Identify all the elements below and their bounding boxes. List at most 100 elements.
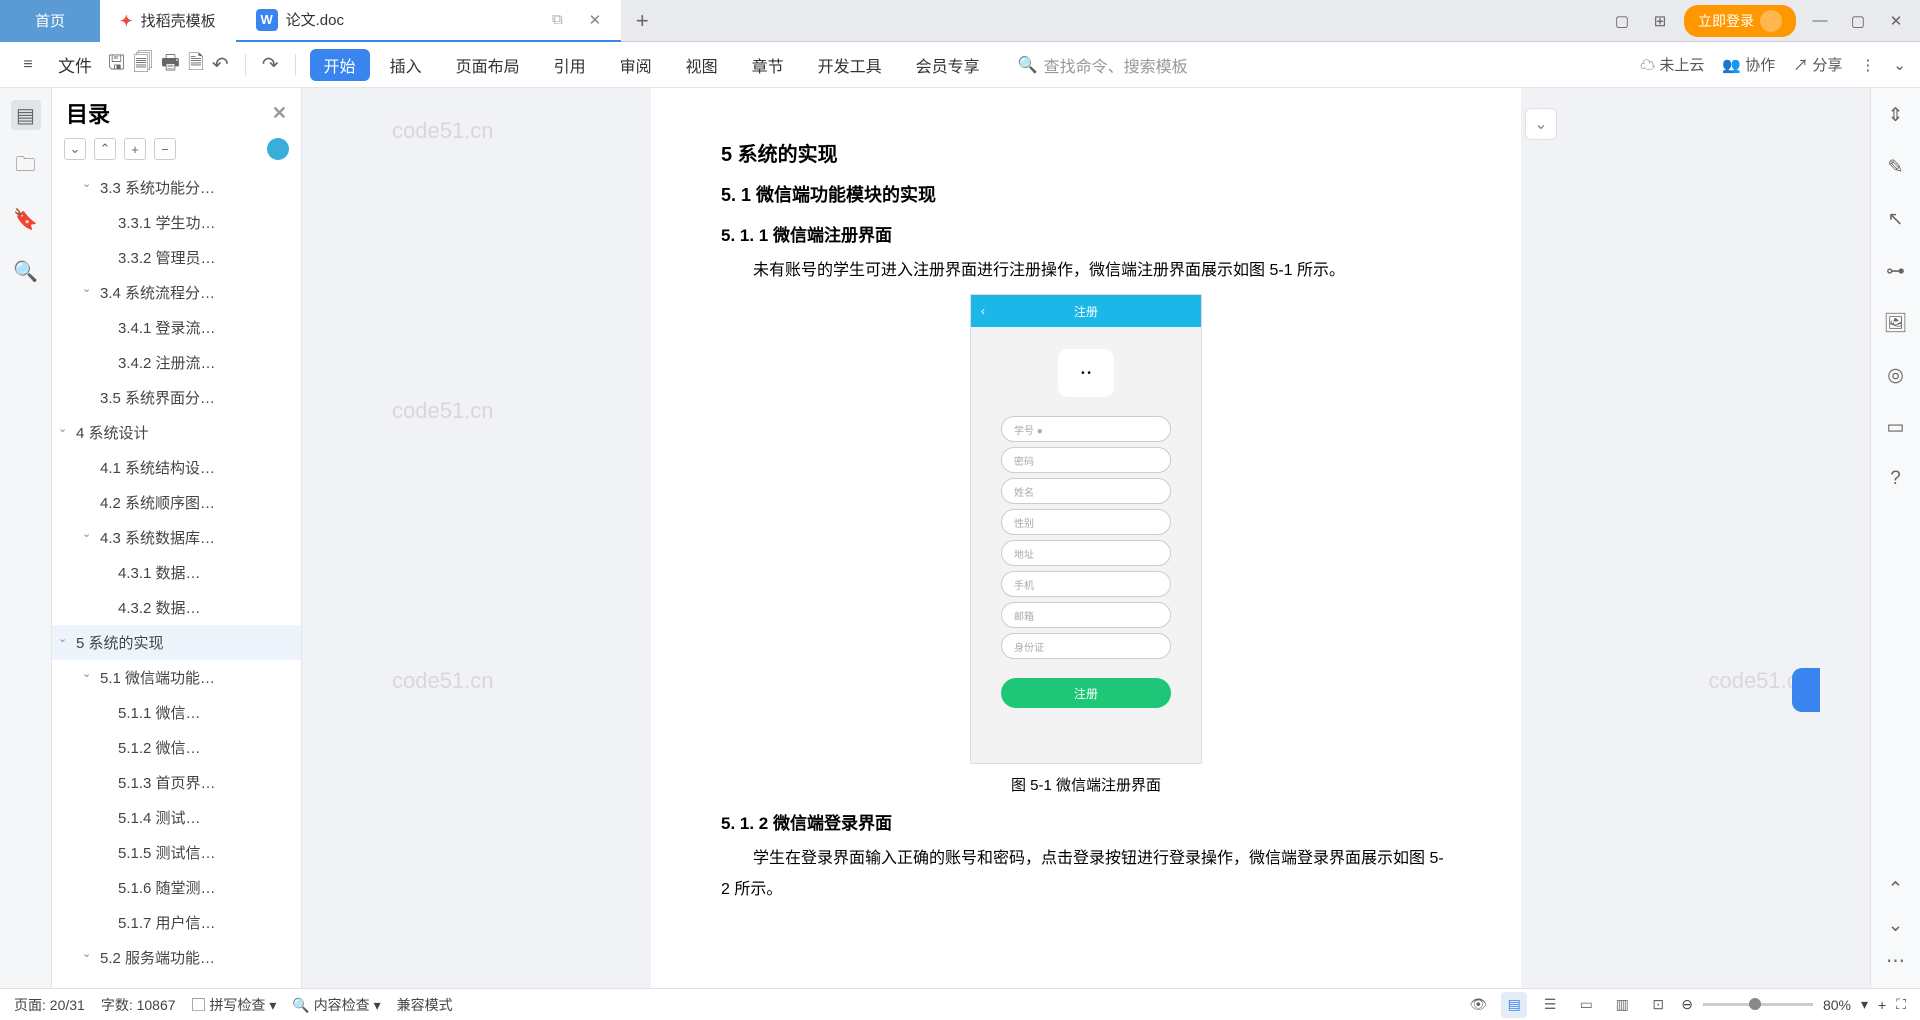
remove-icon[interactable]: − xyxy=(154,138,176,160)
apps-icon[interactable]: ⊞ xyxy=(1646,7,1674,35)
heading-2[interactable]: 5. 1 微信端功能模块的实现 xyxy=(721,181,1451,207)
word-count[interactable]: 字数: 10867 xyxy=(101,995,176,1015)
layout-icon[interactable]: ▢ xyxy=(1608,7,1636,35)
ribbon-chapter[interactable]: 章节 xyxy=(738,49,798,81)
save-as-icon[interactable]: 🗐 xyxy=(133,48,153,82)
print-icon[interactable]: 🖶 xyxy=(161,48,180,82)
updown-icon[interactable]: ⇕ xyxy=(1881,100,1911,130)
more-tools-icon[interactable]: ⋯ xyxy=(1881,946,1911,976)
toc-item[interactable]: 4.3.2 数据… xyxy=(52,590,301,625)
toc-item[interactable]: ⌄4.3 系统数据库… xyxy=(52,520,301,555)
web-view-icon[interactable]: ▭ xyxy=(1573,992,1599,1018)
collapse-ribbon-icon[interactable]: ⌄ xyxy=(1893,56,1906,74)
toc-item[interactable]: ⌄3.3 系统功能分… xyxy=(52,170,301,205)
eye-icon[interactable]: 👁 xyxy=(1465,992,1491,1018)
settings-icon[interactable]: ⊶ xyxy=(1881,256,1911,286)
toc-item[interactable]: 4.3.1 数据… xyxy=(52,555,301,590)
cloud-status[interactable]: ☁ 未上云 xyxy=(1640,54,1704,75)
toc-item[interactable]: 4.2 系统顺序图… xyxy=(52,485,301,520)
zoom-value[interactable]: 80% xyxy=(1823,997,1851,1013)
fullscreen-icon[interactable]: ⛶ xyxy=(1896,996,1906,1013)
new-tab-button[interactable]: + xyxy=(621,0,663,42)
more-icon[interactable]: ⋮ xyxy=(1860,56,1875,74)
help-icon[interactable]: ? xyxy=(1881,464,1911,494)
expand-all-icon[interactable]: ⌃ xyxy=(94,138,116,160)
close-window-icon[interactable]: ✕ xyxy=(1882,7,1910,35)
file-menu[interactable]: 文件 xyxy=(58,52,92,77)
book-icon[interactable]: ▭ xyxy=(1881,412,1911,442)
tab-home[interactable]: 首页 xyxy=(0,0,100,42)
heading-3[interactable]: 5. 1. 1 微信端注册界面 xyxy=(721,221,1451,246)
ribbon-view[interactable]: 视图 xyxy=(672,49,732,81)
spell-check[interactable]: ▢ 拼写检查 ▾ xyxy=(192,995,277,1015)
paragraph[interactable]: 未有账号的学生可进入注册界面进行注册操作，微信端注册界面展示如图 5-1 所示。 xyxy=(721,256,1451,286)
toc-item[interactable]: 5.1.2 微信… xyxy=(52,730,301,765)
toc-item[interactable]: 5.1.6 随堂测… xyxy=(52,870,301,905)
undo-icon[interactable]: ↶ xyxy=(212,52,229,77)
login-button[interactable]: 立即登录 xyxy=(1684,5,1796,37)
toc-item[interactable]: 4.1 系统结构设… xyxy=(52,450,301,485)
search-input[interactable]: 🔍查找命令、搜索模板 xyxy=(1018,53,1188,77)
heading-3[interactable]: 5. 1. 2 微信端登录界面 xyxy=(721,809,1451,834)
toc-item[interactable]: ⌄5 系统的实现 xyxy=(52,625,301,660)
minimize-icon[interactable]: — xyxy=(1806,7,1834,35)
document-page[interactable]: ⌄ 5 系统的实现 5. 1 微信端功能模块的实现 5. 1. 1 微信端注册界… xyxy=(651,88,1521,988)
find-icon[interactable]: 🔍 xyxy=(11,256,41,286)
toc-close-icon[interactable]: ✕ xyxy=(272,103,287,124)
ribbon-dev[interactable]: 开发工具 xyxy=(804,49,896,81)
side-tab[interactable] xyxy=(1792,668,1820,712)
scroll-up-icon[interactable]: ⌃ xyxy=(1881,874,1911,904)
toc-item[interactable]: 3.5 系统界面分… xyxy=(52,380,301,415)
zoom-dropdown-icon[interactable]: ▾ xyxy=(1861,996,1868,1013)
share-button[interactable]: ↗ 分享 xyxy=(1793,54,1842,75)
outline-view-icon[interactable]: ☰ xyxy=(1537,992,1563,1018)
ribbon-start[interactable]: 开始 xyxy=(310,49,370,81)
refresh-icon[interactable] xyxy=(267,138,289,160)
bookmark-icon[interactable]: 🔖 xyxy=(11,204,41,234)
toc-item[interactable]: 5.1.3 首页界… xyxy=(52,765,301,800)
ribbon-layout[interactable]: 页面布局 xyxy=(442,49,534,81)
toc-item[interactable]: ⌄5.1 微信端功能… xyxy=(52,660,301,695)
ribbon-review[interactable]: 审阅 xyxy=(606,49,666,81)
save-icon[interactable]: 🖫 xyxy=(108,48,125,82)
add-icon[interactable]: + xyxy=(124,138,146,160)
redo-icon[interactable]: ↷ xyxy=(262,52,279,77)
maximize-icon[interactable]: ▢ xyxy=(1844,7,1872,35)
zoom-slider[interactable] xyxy=(1703,1003,1813,1006)
folder-icon[interactable]: 🗀 xyxy=(11,152,41,182)
grid-view-icon[interactable]: ⊡ xyxy=(1645,992,1671,1018)
toc-item[interactable]: ⌄3.4 系统流程分… xyxy=(52,275,301,310)
ribbon-ref[interactable]: 引用 xyxy=(540,49,600,81)
scroll-down-icon[interactable]: ⌄ xyxy=(1881,910,1911,940)
pen-icon[interactable]: ✎ xyxy=(1881,152,1911,182)
collapse-all-icon[interactable]: ⌄ xyxy=(64,138,86,160)
ribbon-insert[interactable]: 插入 xyxy=(376,49,436,81)
close-icon[interactable]: ✕ xyxy=(589,11,602,29)
tab-document[interactable]: W论文.doc⧉✕ xyxy=(236,0,622,42)
toc-item[interactable]: ⌄5.2 服务端功能… xyxy=(52,940,301,975)
ribbon-member[interactable]: 会员专享 xyxy=(902,49,994,81)
zoom-in-icon[interactable]: + xyxy=(1878,997,1886,1013)
toc-item[interactable]: 3.4.1 登录流… xyxy=(52,310,301,345)
toc-item[interactable]: 3.3.2 管理员… xyxy=(52,240,301,275)
compat-mode[interactable]: 兼容模式 xyxy=(397,995,453,1015)
toc-item[interactable]: 5.1.4 测试… xyxy=(52,800,301,835)
zoom-out-icon[interactable]: ⊖ xyxy=(1681,996,1693,1013)
toc-item[interactable]: 5.1.7 用户信… xyxy=(52,905,301,940)
cursor-icon[interactable]: ↖ xyxy=(1881,204,1911,234)
toc-item[interactable]: 3.3.1 学生功… xyxy=(52,205,301,240)
toc-item[interactable]: 3.4.2 注册流… xyxy=(52,345,301,380)
page-status[interactable]: 页面: 20/31 xyxy=(14,995,85,1015)
preview-icon[interactable]: 🗎 xyxy=(188,48,204,82)
toc-item[interactable]: 5.1.5 测试信… xyxy=(52,835,301,870)
page-view-icon[interactable]: ▤ xyxy=(1501,992,1527,1018)
toc-item[interactable]: ⌄4 系统设计 xyxy=(52,415,301,450)
tab-template[interactable]: ✦找稻壳模板 xyxy=(100,0,236,42)
figure-caption[interactable]: 图 5-1 微信端注册界面 xyxy=(1011,774,1161,795)
hamburger-icon[interactable]: ≡ xyxy=(14,51,42,79)
toc-item[interactable]: 5.1.1 微信… xyxy=(52,695,301,730)
content-check[interactable]: 🔍 内容检查 ▾ xyxy=(292,995,380,1015)
read-view-icon[interactable]: ▥ xyxy=(1609,992,1635,1018)
collapse-page-icon[interactable]: ⌄ xyxy=(1525,108,1557,140)
paragraph[interactable]: 学生在登录界面输入正确的账号和密码，点击登录按钮进行登录操作，微信端登录界面展示… xyxy=(721,844,1451,905)
